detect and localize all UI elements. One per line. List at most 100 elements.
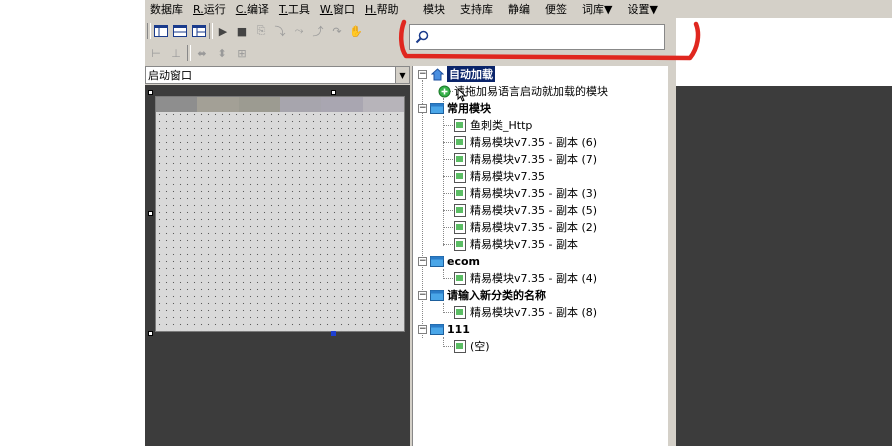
tree-item-label: 精易模块v7.35 [470,170,546,183]
toolbar-separator [147,23,151,39]
titlebar-segment [156,97,198,112]
tree-item[interactable]: (空) [453,338,490,354]
tree-group-common-modules[interactable]: − 常用模块 [418,100,491,116]
menu-bar: 数据库 R.运行 C.编译 T.工具 W.窗口 H.帮助 模块 支持库 静编 便… [145,0,676,18]
menu-database[interactable]: 数据库 [145,1,188,17]
collapse-icon[interactable]: − [418,69,427,79]
tree-connector [443,193,453,194]
resize-handle[interactable] [331,331,336,336]
step-over-icon[interactable]: ⤳ [290,22,308,40]
tree-item[interactable]: 精易模块v7.35 [453,168,545,184]
form-canvas[interactable] [155,96,405,332]
collapse-icon[interactable]: − [418,103,427,113]
tree-item[interactable]: 精易模块v7.35 - 副本 (5) [453,202,597,218]
menu-tools[interactable]: T.工具 [274,1,315,17]
resize-handle[interactable] [148,90,153,95]
tree-group-label: 111 [447,322,470,336]
window-selector[interactable]: 启动窗口 ▼ [145,66,410,84]
tree-connector [443,125,453,126]
tree-item[interactable]: 精易模块v7.35 - 副本 (6) [453,134,597,150]
menu-window[interactable]: W.窗口 [315,1,360,17]
panel-gap [668,18,676,446]
module-icon [453,220,467,234]
menu-right-group: 模块 支持库 静编 便签 词库▼ 设置▼ [417,0,667,18]
tree-group-autoload[interactable]: − 自动加载 [418,66,495,82]
titlebar-segment [238,97,280,112]
menu-settings[interactable]: 设置▼ [621,1,666,17]
folder-icon [430,288,444,302]
menu-notes[interactable]: 便签 [539,1,576,17]
resize-handle[interactable] [331,90,336,95]
tree-connector [443,312,453,313]
menu-help-label: 帮助 [376,3,399,16]
menu-window-key: W. [319,3,333,16]
step-into-icon[interactable]: ⤵ [271,22,289,40]
tree-item[interactable]: 精易模块v7.35 - 副本 (3) [453,185,597,201]
align-horizontal-icon[interactable]: ⊢ [147,44,165,62]
tree-group-label: 请输入新分类的名称 [447,289,546,302]
tree-item[interactable]: 精易模块v7.35 - 副本 (2) [453,219,597,235]
align-vertical-icon[interactable]: ⊥ [167,44,185,62]
run-icon[interactable]: ▶ [214,22,232,40]
tree-item[interactable]: 鱼刺类_Http [453,117,532,133]
step-out-icon[interactable]: ⤴ [309,22,327,40]
module-icon [453,305,467,319]
tree-group-label: 常用模块 [447,102,491,115]
same-size-icon[interactable]: ⊞ [233,44,251,62]
tree-item-label: 精易模块v7.35 - 副本 (8) [470,306,598,319]
layout-split-icon[interactable] [171,22,189,40]
add-icon [437,84,451,98]
resize-handle[interactable] [148,211,153,216]
tree-item[interactable]: 精易模块v7.35 - 副本 (4) [453,270,597,286]
module-icon [453,186,467,200]
tree-item[interactable]: 精易模块v7.35 - 副本 [453,236,578,252]
tree-group-ecom[interactable]: − ecom [418,253,480,269]
menu-static-compile[interactable]: 静编 [502,1,539,17]
titlebar-segment [321,97,363,112]
tree-item-label: 请拖加易语言启动就加载的模块 [454,85,608,98]
collapse-icon[interactable]: − [418,256,427,266]
dropdown-arrow-icon[interactable]: ▼ [395,67,409,83]
layout-panel-icon[interactable] [190,22,208,40]
collapse-icon[interactable]: − [418,290,427,300]
tree-item[interactable]: 精易模块v7.35 - 副本 (7) [453,151,597,167]
step-icon[interactable]: ⎘ [252,22,270,40]
collapse-icon[interactable]: − [418,324,427,334]
tree-connector [443,142,453,143]
menu-compile[interactable]: C.编译 [231,1,274,17]
tree-connector [443,278,453,279]
folder-icon [430,254,444,268]
search-input[interactable] [432,28,660,46]
tree-group-new-category[interactable]: − 请输入新分类的名称 [418,287,546,303]
run-to-cursor-icon[interactable]: ↷ [328,22,346,40]
same-height-icon[interactable]: ⬍ [213,44,231,62]
tree-connector [443,159,453,160]
tree-item-label: 精易模块v7.35 - 副本 (3) [470,187,598,200]
module-icon [453,203,467,217]
stop-icon[interactable]: ■ [233,22,251,40]
tree-item-label: 精易模块v7.35 - 副本 (2) [470,221,598,234]
hand-icon[interactable]: ✋ [347,22,365,40]
menu-support-lib[interactable]: 支持库 [454,1,502,17]
menu-run-label: 运行 [203,3,226,16]
menu-modules[interactable]: 模块 [417,1,454,17]
tree-item-label: 精易模块v7.35 - 副本 (4) [470,272,598,285]
tree-item[interactable]: 精易模块v7.35 - 副本 (8) [453,304,597,320]
toolbar-main: ▶ ■ ⎘ ⤵ ⤳ ⤴ ↷ ✋ [145,20,399,42]
tree-group-111[interactable]: − 111 [418,321,470,337]
menu-help[interactable]: H.帮助 [360,1,404,17]
titlebar-segment [197,97,239,112]
menu-run-key: R. [193,3,204,16]
tree-group-label: ecom [447,254,480,268]
resize-handle[interactable] [148,331,153,336]
tree-item-label: 精易模块v7.35 - 副本 [470,238,578,251]
same-width-icon[interactable]: ⬌ [193,44,211,62]
tree-item-label: 精易模块v7.35 - 副本 (6) [470,136,598,149]
tree-item-label: 精易模块v7.35 - 副本 (7) [470,153,598,166]
layout-single-icon[interactable] [152,22,170,40]
menu-dictionary[interactable]: 词库▼ [576,1,621,17]
module-tree: − 自动加载 请拖加易语言启动就加载的模块 − 常用模块 鱼刺类_Http 精易… [412,66,668,446]
tree-connector [443,176,453,177]
menu-run[interactable]: R.运行 [188,1,231,17]
search-icon [415,30,429,44]
